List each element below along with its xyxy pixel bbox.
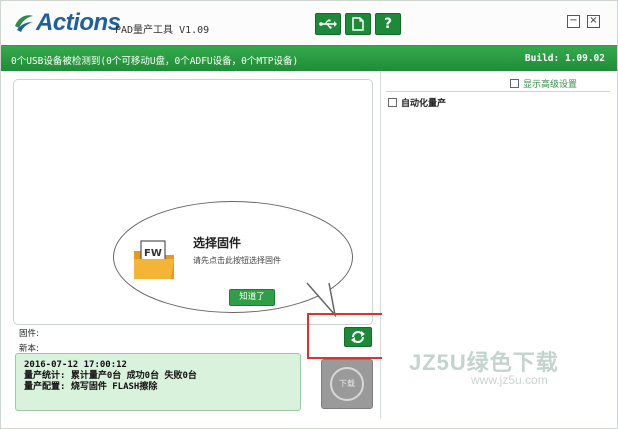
fw-text: FW (144, 248, 162, 259)
logo-text: Actions (36, 9, 121, 36)
advanced-settings-checkbox[interactable] (510, 79, 519, 88)
app-window: Actions PAD量产工具 V1.09 ? − × 0个USB设备被检测到(… (0, 0, 618, 429)
build-version: Build: 1.09.02 (524, 53, 605, 64)
firmware-label: 固件: (19, 329, 39, 339)
select-firmware-button[interactable] (344, 327, 372, 347)
close-icon: × (589, 15, 598, 26)
minimize-button[interactable]: − (567, 15, 580, 28)
tip-subtitle: 请先点击此按钮选择固件 (193, 256, 281, 265)
log-config: 量产配置: 烧写固件 FLASH擦除 (24, 382, 158, 392)
device-count-text: 0个USB设备被检测到(0个可移动U盘，0个ADFU设备，0个MTP设备) (11, 56, 299, 67)
log-stats: 量产统计: 累计量产0台 成功0台 失败0台 (24, 371, 197, 381)
logo-swoosh-icon (15, 15, 33, 32)
site-watermark-url: www.jz5u.com (471, 373, 548, 387)
download-button[interactable]: 下载 (321, 359, 373, 409)
app-title: PAD量产工具 V1.09 (115, 25, 210, 36)
auto-production-label: 自动化量产 (401, 99, 447, 109)
minimize-icon: − (569, 15, 578, 26)
refresh-icon (351, 331, 365, 343)
help-icon: ? (383, 16, 393, 32)
advanced-settings-toggle[interactable]: 显示高级设置 (510, 77, 577, 90)
usb-button[interactable] (315, 13, 341, 35)
usb-icon (319, 19, 337, 29)
advanced-settings-label: 显示高级设置 (523, 80, 578, 90)
bubble-tail (306, 281, 337, 317)
auto-production-toggle[interactable]: 自动化量产 (388, 96, 446, 109)
download-icon: 下载 (330, 367, 364, 401)
close-button[interactable]: × (587, 15, 600, 28)
document-icon (352, 17, 364, 31)
firmware-folder-icon: FW (134, 240, 174, 279)
divider (386, 91, 610, 92)
tip-title: 选择固件 (193, 236, 242, 250)
got-it-button[interactable]: 知道了 (229, 289, 275, 306)
help-button[interactable]: ? (375, 13, 401, 35)
title-bar: Actions PAD量产工具 V1.09 ? − × (1, 1, 617, 43)
actions-logo: Actions (13, 9, 121, 37)
document-button[interactable] (345, 13, 371, 35)
auto-production-checkbox[interactable] (388, 98, 397, 107)
log-timestamp: 2016-07-12 17:00:12 (24, 360, 127, 370)
device-status-bar: 0个USB设备被检测到(0个可移动U盘，0个ADFU设备，0个MTP设备) Bu… (1, 45, 617, 71)
production-log: 2016-07-12 17:00:12 量产统计: 累计量产0台 成功0台 失败… (15, 353, 301, 411)
